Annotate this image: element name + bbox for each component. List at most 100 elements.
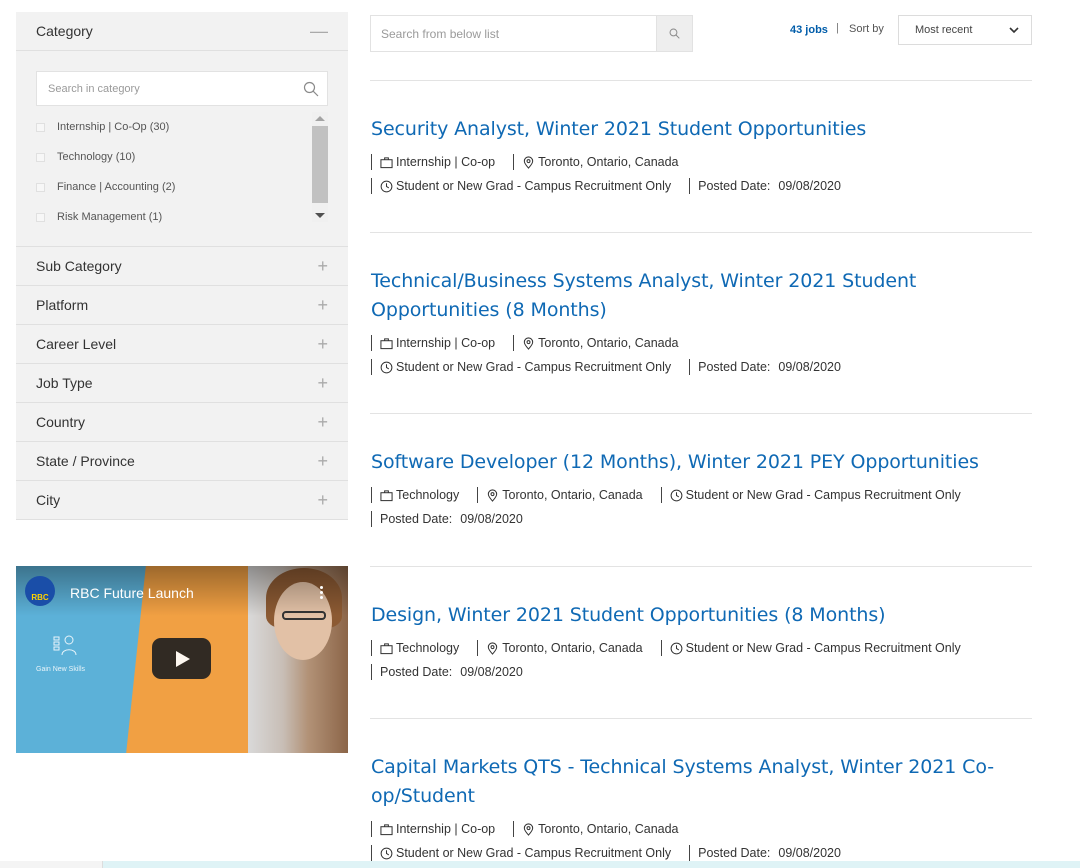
posted-date: 09/08/2020 — [778, 179, 841, 193]
job-level: Student or New Grad - Campus Recruitment… — [685, 641, 961, 655]
job-title-link[interactable]: Security Analyst, Winter 2021 Student Op… — [371, 115, 1031, 144]
job-level: Student or New Grad - Campus Recruitment… — [685, 488, 961, 502]
briefcase-icon — [380, 489, 393, 501]
bottom-bar — [0, 861, 1080, 868]
checkbox[interactable] — [36, 122, 45, 132]
category-option[interactable]: Technology (10) — [36, 142, 328, 172]
expand-icon[interactable]: + — [317, 452, 328, 470]
category-search-box — [36, 71, 328, 106]
job-title-link[interactable]: Software Developer (12 Months), Winter 2… — [371, 448, 1031, 477]
expand-icon[interactable]: + — [317, 374, 328, 392]
category-option-label: Technology (10) — [57, 151, 136, 163]
divider — [370, 413, 1032, 414]
job-meta: Internship | Co-op Toronto, Ontario, Cana… — [371, 152, 1031, 200]
play-button[interactable] — [152, 638, 211, 679]
job-level: Student or New Grad - Campus Recruitment… — [396, 360, 672, 374]
section-title: Country — [36, 414, 86, 430]
job-listing: Design, Winter 2021 Student Opportunitie… — [371, 601, 1031, 686]
job-meta: Internship | Co-op Toronto, Ontario, Cana… — [371, 333, 1011, 381]
category-option-label: Risk Management (1) — [57, 211, 163, 223]
job-location: Toronto, Ontario, Canada — [502, 488, 643, 502]
collapse-icon[interactable]: — — [310, 22, 328, 40]
city-accordion-header[interactable]: City + — [16, 481, 348, 520]
section-title: Platform — [36, 297, 89, 313]
job-category: Technology — [396, 488, 460, 502]
job-title-link[interactable]: Capital Markets QTS - Technical Systems … — [371, 753, 1031, 811]
video-embed[interactable]: RBC RBC Future Launch Gain New Skills — [16, 566, 348, 753]
scroll-down-icon[interactable] — [315, 213, 325, 218]
divider — [370, 718, 1032, 719]
job-category: Internship | Co-op — [396, 155, 496, 169]
category-panel: Internship | Co-Op (30) Technology (10) … — [16, 51, 348, 247]
posted-label: Posted Date: — [380, 665, 453, 679]
section-title: Job Type — [36, 375, 93, 391]
posted-date: 09/08/2020 — [460, 512, 523, 526]
filter-sidebar: Category — Internship | Co-Op (30) Techn… — [16, 12, 348, 520]
category-scrollbar[interactable] — [312, 112, 328, 222]
expand-icon[interactable]: + — [317, 413, 328, 431]
job-category: Internship | Co-op — [396, 822, 496, 836]
career-level-accordion-header[interactable]: Career Level + — [16, 325, 348, 364]
scroll-thumb[interactable] — [312, 126, 328, 203]
category-option[interactable]: Internship | Co-Op (30) — [36, 112, 328, 142]
search-button[interactable] — [656, 15, 693, 52]
video-title[interactable]: RBC Future Launch — [70, 585, 194, 601]
clock-icon — [670, 642, 683, 654]
expand-icon[interactable]: + — [317, 257, 328, 275]
location-pin-icon — [488, 488, 498, 502]
category-option[interactable]: Risk Management (1) — [36, 202, 328, 232]
checkbox[interactable] — [36, 182, 45, 192]
job-level: Student or New Grad - Campus Recruitment… — [396, 846, 672, 860]
briefcase-icon — [380, 337, 393, 349]
video-caption: Gain New Skills — [36, 666, 86, 673]
posted-date: 09/08/2020 — [778, 360, 841, 374]
location-pin-icon — [523, 822, 534, 836]
posted-label: Posted Date: — [380, 512, 453, 526]
clock-icon — [380, 361, 393, 373]
expand-icon[interactable]: + — [317, 491, 328, 509]
checkbox[interactable] — [36, 152, 45, 162]
job-title-link[interactable]: Technical/Business Systems Analyst, Wint… — [371, 267, 1011, 325]
more-options-icon[interactable] — [320, 586, 324, 600]
job-title-link[interactable]: Design, Winter 2021 Student Opportunitie… — [371, 601, 1031, 630]
job-count: 43 jobs — [790, 24, 828, 36]
divider — [370, 232, 1032, 233]
divider — [370, 80, 1032, 81]
job-level: Student or New Grad - Campus Recruitment… — [396, 179, 672, 193]
posted-label: Posted Date: — [698, 179, 771, 193]
category-title: Category — [36, 23, 93, 39]
briefcase-icon — [380, 156, 393, 168]
job-location: Toronto, Ontario, Canada — [538, 336, 679, 350]
section-title: City — [36, 492, 61, 508]
job-listing: Technical/Business Systems Analyst, Wint… — [371, 267, 1011, 381]
search-icon[interactable] — [303, 81, 319, 97]
category-accordion-header[interactable]: Category — — [16, 12, 348, 51]
category-option[interactable]: Finance | Accounting (2) — [36, 172, 328, 202]
scroll-up-icon[interactable] — [315, 116, 325, 121]
sort-select[interactable]: Most recent — [898, 15, 1032, 45]
briefcase-icon — [380, 642, 393, 654]
category-list: Internship | Co-Op (30) Technology (10) … — [36, 112, 328, 234]
state-province-accordion-header[interactable]: State / Province + — [16, 442, 348, 481]
expand-icon[interactable]: + — [317, 335, 328, 353]
category-option-label: Finance | Accounting (2) — [57, 181, 176, 193]
job-listing: Capital Markets QTS - Technical Systems … — [371, 753, 1031, 867]
sub-category-accordion-header[interactable]: Sub Category + — [16, 247, 348, 286]
checkbox[interactable] — [36, 212, 45, 222]
clock-icon — [380, 180, 393, 192]
clock-icon — [670, 489, 683, 501]
location-pin-icon — [523, 155, 534, 169]
posted-date: 09/08/2020 — [460, 665, 523, 679]
location-pin-icon — [488, 641, 498, 655]
expand-icon[interactable]: + — [317, 296, 328, 314]
category-search-input[interactable] — [37, 72, 327, 105]
channel-logo[interactable]: RBC — [25, 576, 55, 606]
bottom-tab[interactable] — [0, 861, 103, 868]
platform-accordion-header[interactable]: Platform + — [16, 286, 348, 325]
country-accordion-header[interactable]: Country + — [16, 403, 348, 442]
separator: | — [836, 22, 839, 34]
job-search-input[interactable] — [370, 15, 656, 52]
job-type-accordion-header[interactable]: Job Type + — [16, 364, 348, 403]
job-category: Internship | Co-op — [396, 336, 496, 350]
job-location: Toronto, Ontario, Canada — [538, 155, 679, 169]
